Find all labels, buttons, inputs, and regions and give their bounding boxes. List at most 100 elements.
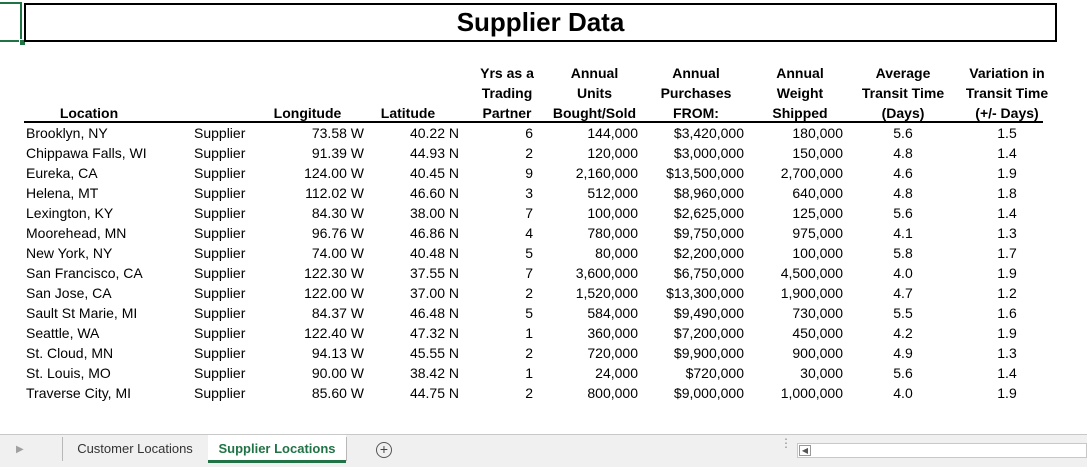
cell-type[interactable]: Supplier xyxy=(194,383,254,403)
cell-purchases[interactable]: $9,750,000 xyxy=(645,223,744,243)
cell-purchases[interactable]: $6,750,000 xyxy=(645,263,744,283)
cell-latitude[interactable]: 37.00 N xyxy=(380,283,459,303)
cell-longitude[interactable]: 124.00 W xyxy=(270,163,364,183)
cell-longitude[interactable]: 84.30 W xyxy=(270,203,364,223)
cell-transit[interactable]: 5.5 xyxy=(853,303,953,323)
header-units[interactable]: Annual Units Bought/Sold xyxy=(547,63,642,123)
more-options-icon[interactable]: ⋮ xyxy=(780,437,792,449)
cell-type[interactable]: Supplier xyxy=(194,203,254,223)
cell-longitude[interactable]: 91.39 W xyxy=(270,143,364,163)
cell-type[interactable]: Supplier xyxy=(194,223,254,243)
header-transit[interactable]: Average Transit Time (Days) xyxy=(853,63,953,123)
cell-yrs[interactable]: 1 xyxy=(470,323,533,343)
cell-yrs[interactable]: 2 xyxy=(470,143,533,163)
tab-scroll-left-icon[interactable]: ▶ xyxy=(16,444,24,455)
cell-weight[interactable]: 730,000 xyxy=(755,303,843,323)
cell-yrs[interactable]: 7 xyxy=(470,203,533,223)
cell-units[interactable]: 720,000 xyxy=(545,343,638,363)
cell-longitude[interactable]: 84.37 W xyxy=(270,303,364,323)
cell-yrs[interactable]: 4 xyxy=(470,223,533,243)
cell-type[interactable]: Supplier xyxy=(194,243,254,263)
cell-latitude[interactable]: 40.48 N xyxy=(380,243,459,263)
cell-units[interactable]: 100,000 xyxy=(545,203,638,223)
cell-latitude[interactable]: 37.55 N xyxy=(380,263,459,283)
cell-weight[interactable]: 640,000 xyxy=(755,183,843,203)
cell-weight[interactable]: 2,700,000 xyxy=(755,163,843,183)
cell-location[interactable]: St. Louis, MO xyxy=(26,363,191,383)
cell-purchases[interactable]: $7,200,000 xyxy=(645,323,744,343)
cell-transit[interactable]: 4.8 xyxy=(853,183,953,203)
cell-location[interactable]: Seattle, WA xyxy=(26,323,191,343)
cell-variation[interactable]: 1.9 xyxy=(958,263,1056,283)
cell-location[interactable]: Traverse City, MI xyxy=(26,383,191,403)
header-latitude[interactable]: Latitude xyxy=(368,103,448,123)
cell-variation[interactable]: 1.9 xyxy=(958,163,1056,183)
header-longitude[interactable]: Longitude xyxy=(265,103,350,123)
cell-weight[interactable]: 1,900,000 xyxy=(755,283,843,303)
cell-type[interactable]: Supplier xyxy=(194,363,254,383)
cell-purchases[interactable]: $9,490,000 xyxy=(645,303,744,323)
header-purchases[interactable]: Annual Purchases FROM: xyxy=(650,63,742,123)
cell-variation[interactable]: 1.8 xyxy=(958,183,1056,203)
cell-variation[interactable]: 1.9 xyxy=(958,323,1056,343)
cell-latitude[interactable]: 45.55 N xyxy=(380,343,459,363)
cell-units[interactable]: 2,160,000 xyxy=(545,163,638,183)
cell-latitude[interactable]: 46.60 N xyxy=(380,183,459,203)
cell-location[interactable]: Brooklyn, NY xyxy=(26,123,191,143)
cell-type[interactable]: Supplier xyxy=(194,303,254,323)
cell-longitude[interactable]: 73.58 W xyxy=(270,123,364,143)
cell-longitude[interactable]: 85.60 W xyxy=(270,383,364,403)
active-cell-selection[interactable] xyxy=(0,2,22,42)
cell-location[interactable]: New York, NY xyxy=(26,243,191,263)
cell-yrs[interactable]: 1 xyxy=(470,363,533,383)
cell-units[interactable]: 512,000 xyxy=(545,183,638,203)
cell-purchases[interactable]: $3,000,000 xyxy=(645,143,744,163)
cell-longitude[interactable]: 122.40 W xyxy=(270,323,364,343)
cell-transit[interactable]: 5.8 xyxy=(853,243,953,263)
sheet-title-cell[interactable]: Supplier Data xyxy=(24,3,1057,42)
cell-longitude[interactable]: 96.76 W xyxy=(270,223,364,243)
cell-type[interactable]: Supplier xyxy=(194,143,254,163)
cell-location[interactable]: St. Cloud, MN xyxy=(26,343,191,363)
cell-variation[interactable]: 1.9 xyxy=(958,383,1056,403)
header-variation[interactable]: Variation in Transit Time (+/- Days) xyxy=(958,63,1056,123)
cell-weight[interactable]: 1,000,000 xyxy=(755,383,843,403)
cell-location[interactable]: Chippawa Falls, WI xyxy=(26,143,191,163)
cell-location[interactable]: Lexington, KY xyxy=(26,203,191,223)
cell-purchases[interactable]: $2,625,000 xyxy=(645,203,744,223)
cell-weight[interactable]: 180,000 xyxy=(755,123,843,143)
cell-purchases[interactable]: $8,960,000 xyxy=(645,183,744,203)
header-weight[interactable]: Annual Weight Shipped xyxy=(760,63,840,123)
cell-latitude[interactable]: 47.32 N xyxy=(380,323,459,343)
cell-variation[interactable]: 1.4 xyxy=(958,363,1056,383)
cell-longitude[interactable]: 94.13 W xyxy=(270,343,364,363)
cell-yrs[interactable]: 6 xyxy=(470,123,533,143)
cell-yrs[interactable]: 5 xyxy=(470,243,533,263)
cell-variation[interactable]: 1.3 xyxy=(958,223,1056,243)
cell-units[interactable]: 3,600,000 xyxy=(545,263,638,283)
cell-transit[interactable]: 4.1 xyxy=(853,223,953,243)
cell-type[interactable]: Supplier xyxy=(194,283,254,303)
header-yrs[interactable]: Yrs as a Trading Partner xyxy=(470,63,544,123)
cell-units[interactable]: 360,000 xyxy=(545,323,638,343)
cell-longitude[interactable]: 90.00 W xyxy=(270,363,364,383)
cell-units[interactable]: 800,000 xyxy=(545,383,638,403)
cell-variation[interactable]: 1.5 xyxy=(958,123,1056,143)
cell-weight[interactable]: 100,000 xyxy=(755,243,843,263)
cell-purchases[interactable]: $9,000,000 xyxy=(645,383,744,403)
cell-transit[interactable]: 5.6 xyxy=(853,203,953,223)
cell-yrs[interactable]: 2 xyxy=(470,343,533,363)
cell-transit[interactable]: 4.2 xyxy=(853,323,953,343)
cell-units[interactable]: 1,520,000 xyxy=(545,283,638,303)
cell-type[interactable]: Supplier xyxy=(194,343,254,363)
cell-weight[interactable]: 125,000 xyxy=(755,203,843,223)
cell-yrs[interactable]: 2 xyxy=(470,283,533,303)
cell-variation[interactable]: 1.6 xyxy=(958,303,1056,323)
cell-location[interactable]: San Jose, CA xyxy=(26,283,191,303)
cell-type[interactable]: Supplier xyxy=(194,163,254,183)
cell-variation[interactable]: 1.4 xyxy=(958,143,1056,163)
tab-supplier-locations[interactable]: Supplier Locations xyxy=(208,435,346,463)
cell-longitude[interactable]: 122.00 W xyxy=(270,283,364,303)
cell-weight[interactable]: 900,000 xyxy=(755,343,843,363)
cell-units[interactable]: 80,000 xyxy=(545,243,638,263)
